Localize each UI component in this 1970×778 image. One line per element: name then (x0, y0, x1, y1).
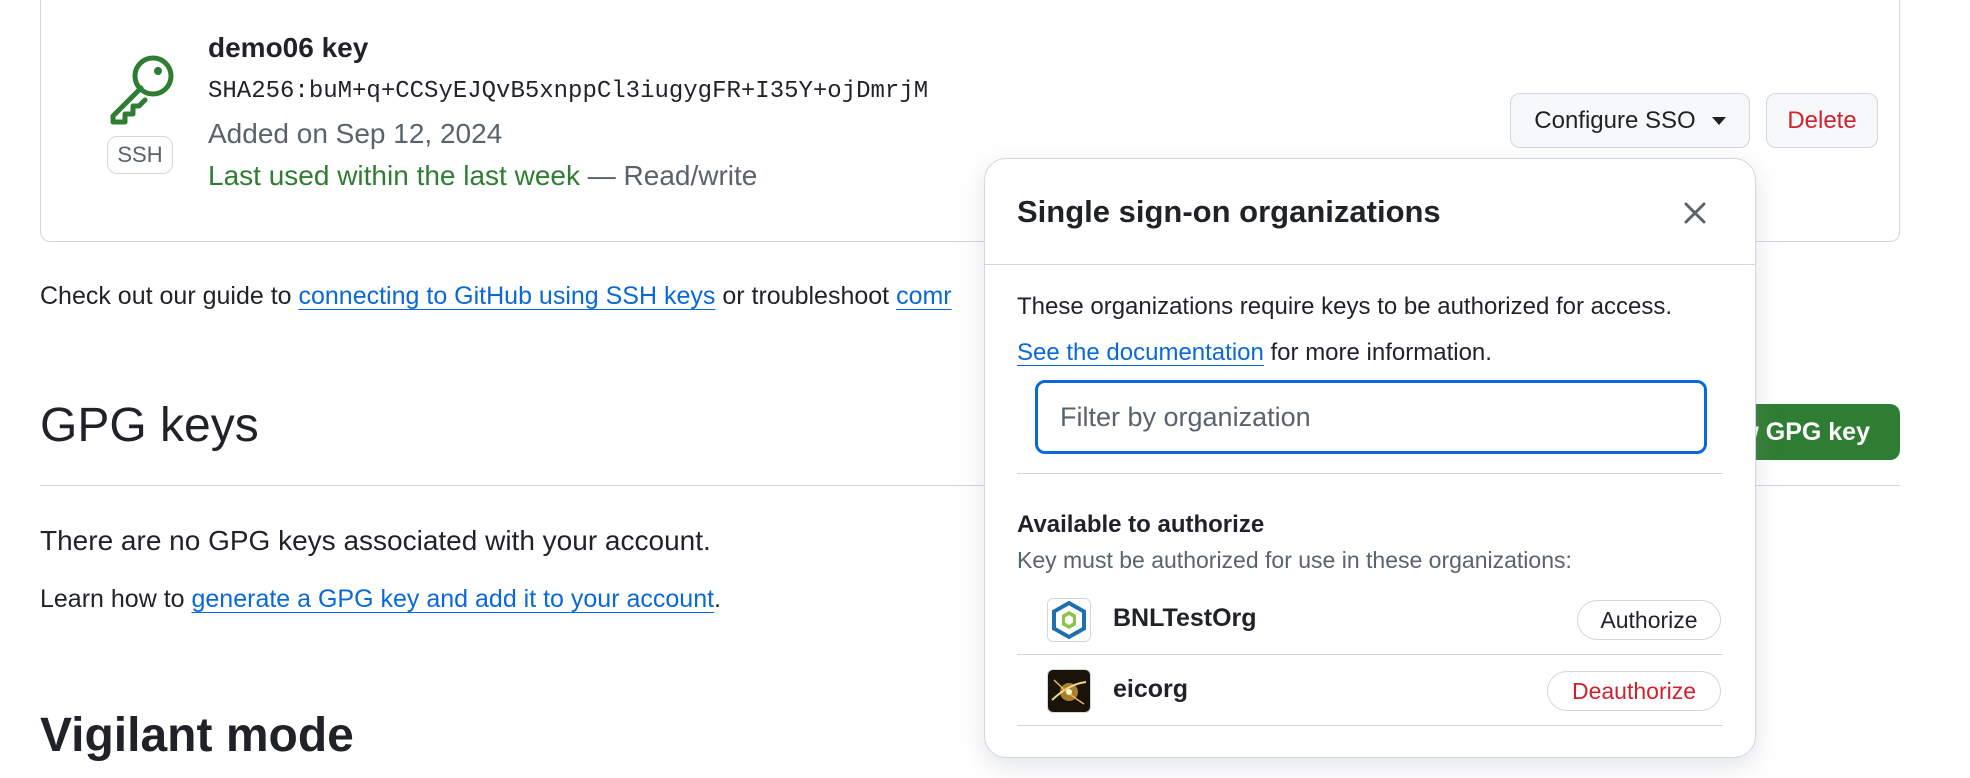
key-added-date: Added on Sep 12, 2024 (208, 118, 503, 149)
guide-prefix: Check out our guide to (40, 282, 299, 310)
authorize-button[interactable]: Authorize (1577, 600, 1721, 640)
key-icon (110, 55, 174, 125)
filter-organization-input[interactable]: Filter by organization (1035, 380, 1707, 454)
popover-title: Single sign-on organizations (1017, 194, 1441, 229)
key-icon-container (105, 50, 181, 126)
org-name: eicorg (1113, 675, 1189, 703)
org-name: BNLTestOrg (1113, 604, 1257, 632)
access-level: — Read/write (587, 160, 758, 191)
key-fingerprint: SHA256:buM+q+CCSyEJQvB5xnppCl3iugygFR+I3… (208, 78, 929, 105)
description-text: These organizations require keys to be a… (1017, 293, 1673, 320)
available-title: Available to authorize (1017, 511, 1265, 538)
documentation-link[interactable]: See the documentation (1017, 339, 1264, 366)
gpg-learn-text: Learn how to generate a GPG key and add … (40, 585, 721, 614)
org-row: eicorg Deauthorize (1017, 655, 1723, 726)
vigilant-mode-heading: Vigilant mode (40, 709, 354, 762)
chevron-down-icon (1711, 116, 1726, 125)
learn-prefix: Learn how to (40, 585, 192, 613)
ssh-guide-text: Check out our guide to connecting to Git… (40, 282, 952, 311)
delete-key-button[interactable]: Delete (1766, 93, 1878, 148)
ssh-badge: SSH (107, 136, 173, 174)
deauthorize-button[interactable]: Deauthorize (1547, 671, 1721, 711)
configure-sso-label: Configure SSO (1534, 106, 1696, 134)
gpg-keys-heading: GPG keys (40, 399, 259, 452)
key-title: demo06 key (208, 32, 369, 63)
popover-header-divider (985, 264, 1755, 265)
filter-divider (1017, 473, 1723, 474)
sso-organizations-popover: Single sign-on organizations These organ… (984, 158, 1756, 758)
bnl-logo-icon (1048, 599, 1090, 641)
configure-sso-button[interactable]: Configure SSO (1510, 93, 1750, 148)
org-avatar (1047, 598, 1091, 642)
guide-middle: or troubleshoot (715, 282, 897, 310)
close-icon[interactable] (1679, 197, 1711, 229)
documentation-suffix: for more information. (1263, 339, 1492, 366)
org-row: BNLTestOrg Authorize (1017, 584, 1723, 655)
available-subtitle: Key must be authorized for use in these … (1017, 547, 1572, 573)
key-last-used: Last used within the last week — Read/wr… (208, 160, 757, 192)
popover-description: These organizations require keys to be a… (1017, 284, 1737, 376)
eicorg-logo-icon (1048, 670, 1090, 712)
no-gpg-keys-text: There are no GPG keys associated with yo… (40, 525, 711, 556)
troubleshoot-link[interactable]: comr (896, 282, 952, 310)
learn-suffix: . (714, 585, 721, 613)
generate-gpg-key-link[interactable]: generate a GPG key and add it to your ac… (192, 585, 715, 613)
documentation-line: See the documentation for more informati… (1017, 330, 1737, 376)
ssh-guide-link[interactable]: connecting to GitHub using SSH keys (299, 282, 716, 310)
org-avatar (1047, 669, 1091, 713)
last-used-text: Last used within the last week (208, 160, 580, 191)
